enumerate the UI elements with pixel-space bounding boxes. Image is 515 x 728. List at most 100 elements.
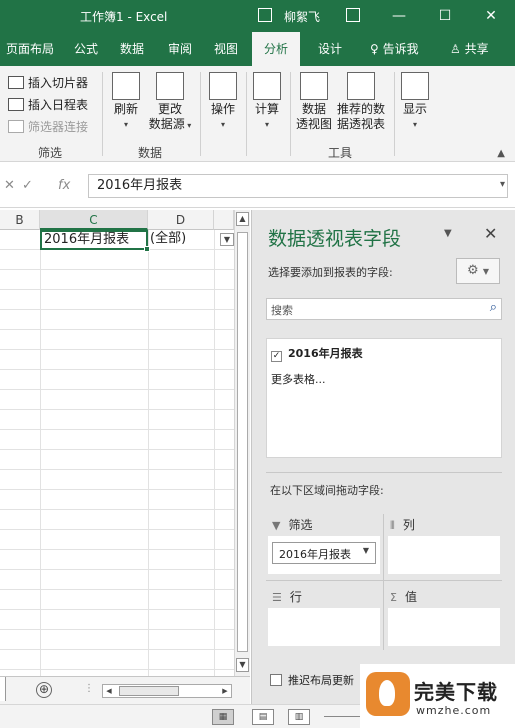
formula-input[interactable]: 2016年月报表 <box>88 174 508 198</box>
actions-button[interactable]: 操作 ▾ <box>206 72 240 132</box>
recommended-pivottables-button[interactable]: 推荐的数 据透视表 <box>334 72 388 132</box>
worksheet-grid[interactable]: B C D 2016年月报表 (全部) ▼ <box>0 210 234 676</box>
chevron-down-icon: ▾ <box>123 120 128 129</box>
add-sheet-button[interactable]: ⊕ <box>36 682 52 698</box>
tab-view[interactable]: 视图 <box>208 32 244 66</box>
column-header-b[interactable]: B <box>0 210 40 230</box>
checkbox[interactable] <box>270 674 282 686</box>
defer-layout-update[interactable]: 推迟布局更新 <box>270 672 354 688</box>
table-row <box>0 630 234 650</box>
tools-button[interactable]: ⚙ ▼ <box>456 258 500 284</box>
column-header-c[interactable]: C <box>40 210 148 230</box>
scroll-right-icon[interactable]: ▶ <box>219 685 231 697</box>
page-layout-view-icon[interactable]: ▤ <box>252 709 274 725</box>
calculations-button[interactable]: 计算 ▾ <box>250 72 284 132</box>
insert-timeline-label: 插入日程表 <box>28 97 89 112</box>
zoom-slider[interactable] <box>324 716 364 717</box>
filter-dropdown-icon[interactable]: ▼ <box>220 233 234 246</box>
formula-bar: ✕ ✓ fx 2016年月报表 ▾ <box>0 162 515 208</box>
refresh-button[interactable]: 刷新 ▾ <box>108 72 144 132</box>
filter-connections-icon <box>8 119 24 133</box>
page-break-view-icon[interactable]: ▥ <box>288 709 310 725</box>
share-label: 共享 <box>464 42 489 56</box>
tell-me[interactable]: ♀ 告诉我 <box>364 32 425 66</box>
tab-review[interactable]: 审阅 <box>162 32 198 66</box>
user-name[interactable]: 柳絮飞 <box>284 8 320 25</box>
insert-slicer-button[interactable]: 插入切片器 <box>8 72 88 92</box>
field-item[interactable]: ✓ 2016年月报表 <box>271 345 363 362</box>
close-button[interactable]: ✕ <box>476 4 506 28</box>
cell-d1-value: (全部) <box>150 231 187 246</box>
tab-analyze[interactable]: 分析 <box>252 32 301 66</box>
collapse-ribbon-icon[interactable]: ▲ <box>497 148 505 159</box>
table-row <box>0 490 234 510</box>
tab-formulas[interactable]: 公式 <box>68 32 104 66</box>
pane-subtitle: 选择要添加到报表的字段: <box>268 266 393 279</box>
ribbon-display-options-icon[interactable] <box>346 8 360 22</box>
rows-drop-area[interactable] <box>268 608 380 646</box>
search-input[interactable]: 搜索 ⌕ <box>266 298 502 320</box>
insert-timeline-button[interactable]: 插入日程表 <box>8 94 88 114</box>
share-button[interactable]: ♙ 共享 <box>444 32 495 66</box>
scroll-thumb[interactable] <box>237 232 248 652</box>
filters-field-pill[interactable]: 2016年月报表 ▼ <box>272 542 376 564</box>
filters-drop-area[interactable]: 2016年月报表 ▼ <box>268 536 380 574</box>
more-tables-link[interactable]: 更多表格... <box>271 371 326 387</box>
slicer-icon <box>8 75 24 89</box>
table-row <box>0 350 234 370</box>
cell-d1[interactable]: (全部) ▼ <box>148 230 234 250</box>
group-divider <box>102 72 103 156</box>
close-icon[interactable]: ✕ <box>484 224 497 243</box>
minimize-button[interactable]: — <box>384 4 414 28</box>
lightbulb-icon: ♀ <box>370 42 383 56</box>
tab-data[interactable]: 数据 <box>114 32 150 66</box>
normal-view-icon[interactable]: ▦ <box>212 709 234 725</box>
scroll-left-icon[interactable]: ◀ <box>103 685 115 697</box>
maximize-button[interactable]: ☐ <box>430 4 460 28</box>
cell-c1[interactable]: 2016年月报表 <box>40 230 150 252</box>
gridline <box>148 230 149 676</box>
pivotchart-button[interactable]: 数据 透视图 <box>294 72 334 132</box>
rows-icon: ☰ <box>272 591 282 604</box>
vertical-scrollbar[interactable]: ▲ ▼ <box>234 210 250 676</box>
filter-icon: ▼ <box>272 519 281 532</box>
change-data-source-button[interactable]: 更改 数据源 ▾ <box>146 72 194 133</box>
values-area-header: Σ值 <box>390 588 417 605</box>
cancel-icon[interactable]: ✕ <box>4 178 15 193</box>
watermark-logo <box>366 672 410 716</box>
account-icon[interactable] <box>258 8 272 22</box>
enter-icon[interactable]: ✓ <box>22 178 33 193</box>
values-drop-area[interactable] <box>388 608 500 646</box>
insert-function-icon[interactable]: fx <box>58 178 70 193</box>
scroll-up-icon[interactable]: ▲ <box>236 212 249 226</box>
horizontal-scrollbar[interactable]: ◀ ▶ <box>102 684 232 698</box>
change-source-label-2: 数据源 <box>148 117 185 131</box>
column-header-e[interactable] <box>214 210 234 230</box>
columns-drop-area[interactable] <box>388 536 500 574</box>
pane-options-icon[interactable]: ▼ <box>444 228 452 239</box>
insert-slicer-label: 插入切片器 <box>28 75 89 90</box>
group-divider <box>290 72 291 156</box>
expand-formula-bar-icon[interactable]: ▾ <box>500 179 505 190</box>
pivotchart-icon <box>300 72 328 100</box>
tab-design[interactable]: 设计 <box>312 32 348 66</box>
splitter-icon[interactable]: ⋮ <box>84 683 94 694</box>
refresh-label: 刷新 <box>113 102 138 116</box>
scroll-down-icon[interactable]: ▼ <box>236 658 249 672</box>
filter-connections-button[interactable]: 筛选器连接 <box>8 116 88 136</box>
column-header-d[interactable]: D <box>148 210 214 230</box>
person-icon: ♙ <box>450 42 465 56</box>
horizontal-scroll-thumb[interactable] <box>119 686 179 696</box>
timeline-icon <box>8 97 24 111</box>
actions-label: 操作 <box>210 102 235 116</box>
show-button[interactable]: 显示 ▾ <box>398 72 432 132</box>
group-label-tools: 工具 <box>328 146 353 160</box>
recommended-label-2: 据透视表 <box>336 117 385 131</box>
checkbox[interactable]: ✓ <box>271 351 282 362</box>
table-row <box>0 450 234 470</box>
sheet-tab[interactable] <box>0 677 6 701</box>
search-icon[interactable]: ⌕ <box>490 300 497 315</box>
watermark: 完美下载 wmzhe.com <box>360 664 515 728</box>
tab-page-layout[interactable]: 页面布局 <box>0 32 60 66</box>
table-row <box>0 390 234 410</box>
